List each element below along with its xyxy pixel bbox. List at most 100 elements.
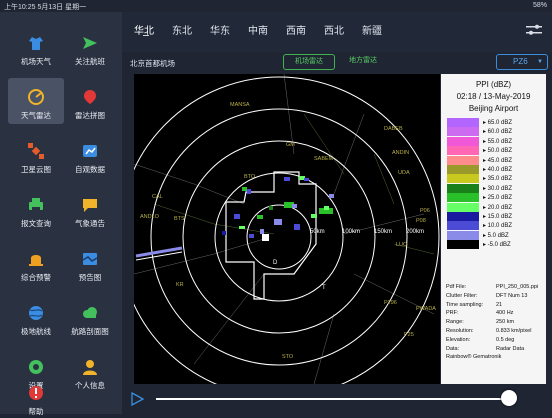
sidebar-item-label: 综合预警	[21, 273, 51, 282]
sidebar-item-route-profile[interactable]: 航路剖面图	[62, 294, 118, 340]
radar-canvas: 50km 100km 150km 200km MANSA GM SABEM DA…	[134, 74, 440, 384]
sidebar-item-label: 个人信息	[75, 381, 105, 390]
legend-info-row: PRF: 400 Hz	[446, 310, 513, 316]
legend-info-value: 0.5 deg	[496, 336, 515, 343]
legend-info-row: Elevation: 0.5 deg	[446, 337, 514, 343]
radar-site-marker	[262, 234, 269, 241]
tab-xibei[interactable]: 西北	[324, 22, 344, 37]
legend-info-row: Range: 250 km	[446, 319, 514, 325]
legend-info-value: DFT Num 13	[496, 292, 528, 299]
legend-info-value: 0.833 km/pixel	[496, 328, 532, 334]
sidebar-item-weather-notice[interactable]: 气象通告	[62, 186, 118, 232]
tab-xinjiang[interactable]: 新疆	[362, 22, 382, 37]
place-label: BTS	[174, 216, 185, 222]
airport-radar-button[interactable]: 机场雷达	[283, 54, 335, 70]
sidebar-item-forecast-chart[interactable]: 预告图	[62, 240, 118, 286]
place-label: P08	[416, 218, 426, 224]
sidebar: 机场天气 关注航班 天气雷达 雷达拼图 卫星云图 自观数据 报文查询 气象通告 …	[0, 12, 122, 416]
user-icon	[83, 360, 97, 375]
legend-info-key: Range:	[446, 319, 464, 326]
message-icon	[83, 199, 97, 212]
product-select[interactable]: PZ6 ▼	[496, 54, 548, 70]
terminal-area-outline	[225, 171, 317, 300]
sidebar-item-airport-weather[interactable]: 机场天气	[8, 24, 64, 70]
place-label: MANSA	[230, 102, 250, 108]
sidebar-item-label: 雷达拼图	[75, 111, 105, 120]
chart-icon	[83, 145, 97, 157]
range-ring-250	[134, 76, 440, 384]
range-ring-100	[214, 172, 344, 302]
place-label: KR	[176, 282, 184, 288]
legend-info-value: 21	[496, 301, 503, 308]
tab-xinan[interactable]: 西南	[286, 22, 306, 37]
legend-value: ▸ 20.0 dBZ	[483, 204, 513, 211]
sidebar-item-message-query[interactable]: 报文查询	[8, 186, 64, 232]
legend-value: ▸ 40.0 dBZ	[483, 167, 513, 173]
menu-icon[interactable]	[526, 24, 542, 36]
legend-site: Beijing Airport	[468, 104, 519, 113]
sidebar-item-label: 航路剖面图	[71, 327, 109, 336]
legend-value: ▸ 5.0 dBZ	[483, 232, 509, 239]
legend-swatch	[447, 240, 479, 250]
legend-value: ▸ 65.0 dBZ	[483, 120, 513, 126]
radar-icon	[28, 89, 44, 105]
sidebar-item-label: 气象通告	[75, 219, 105, 228]
sidebar-item-warning[interactable]: 综合预警	[8, 240, 64, 286]
legend-info-row: Resolution: 0.833 km/pixel	[446, 328, 531, 334]
sidebar-item-weather-radar[interactable]: 天气雷达	[8, 78, 64, 124]
place-label: UDA	[398, 170, 410, 176]
sidebar-item-observation-data[interactable]: 自观数据	[62, 132, 118, 178]
tab-zhongnan[interactable]: 中南	[248, 22, 268, 37]
sidebar-item-followed-flights[interactable]: 关注航班	[62, 24, 118, 70]
place-label: STO	[282, 354, 294, 360]
marker-label-t: T	[322, 285, 326, 291]
sidebar-item-help[interactable]: 帮助	[8, 382, 64, 418]
place-label: ANDIN	[392, 150, 409, 156]
play-icon[interactable]	[130, 392, 144, 406]
legend-swatch	[447, 155, 479, 165]
help-icon	[29, 386, 43, 400]
range-ring-50	[246, 204, 312, 270]
legend-info-row: Clutter Filter: DFT Num 13	[446, 293, 527, 299]
legend-value: ▸ 35.0 dBZ	[483, 176, 513, 183]
legend-value: ▸ 55.0 dBZ	[483, 138, 513, 145]
place-label: SABEM	[314, 156, 334, 162]
playback-track[interactable]	[156, 398, 516, 400]
sidebar-item-label: 天气雷达	[21, 111, 51, 120]
cloud-icon	[83, 307, 97, 318]
legend-swatch	[447, 193, 479, 203]
paper-plane-icon	[83, 37, 97, 49]
legend-value: ▸ -5.0 dBZ	[483, 242, 511, 249]
playback-slider-handle[interactable]	[500, 390, 517, 406]
warning-light-icon	[29, 255, 43, 266]
product-select-value: PZ6	[513, 57, 528, 66]
sidebar-item-label: 机场天气	[21, 57, 51, 66]
sidebar-item-label: 卫星云图	[21, 165, 51, 174]
legend-swatch	[447, 136, 479, 146]
legend-swatch	[447, 212, 479, 221]
marker-label-d: D	[273, 260, 278, 266]
legend-swatch	[447, 127, 479, 137]
legend-value: ▸ 60.0 dBZ	[483, 129, 513, 136]
satellite-icon	[28, 143, 44, 159]
legend-swatch	[447, 174, 479, 184]
legend-title: PPI (dBZ)	[475, 80, 512, 89]
local-radar-button[interactable]: 地方雷达	[343, 54, 383, 68]
sidebar-item-label: 报文查询	[21, 219, 51, 228]
legend-info-key: Resolution:	[446, 328, 474, 334]
place-label: LUO	[396, 242, 408, 248]
region-tabs: 华北 东北 华东 中南 西南 西北 新疆	[122, 12, 552, 52]
tab-huadong[interactable]: 华东	[210, 22, 230, 37]
radar-display[interactable]: 50km 100km 150km 200km MANSA GM SABEM DA…	[134, 74, 440, 384]
legend-info-key: Time sampling:	[446, 301, 484, 308]
globe-icon	[29, 306, 43, 320]
tab-dongbei[interactable]: 东北	[172, 22, 192, 37]
sidebar-item-polar-route[interactable]: 极地航线	[8, 294, 64, 340]
sidebar-item-satellite[interactable]: 卫星云图	[8, 132, 64, 178]
sidebar-item-radar-mosaic[interactable]: 雷达拼图	[62, 78, 118, 124]
legend-info-key: Rainbow® Gematronik	[446, 354, 502, 361]
battery-level: 58%	[532, 2, 547, 9]
status-time: 上午10:25 5月13日 星期一	[4, 4, 87, 11]
range-ring-200	[150, 108, 408, 366]
sidebar-item-profile[interactable]: 个人信息	[62, 348, 118, 394]
